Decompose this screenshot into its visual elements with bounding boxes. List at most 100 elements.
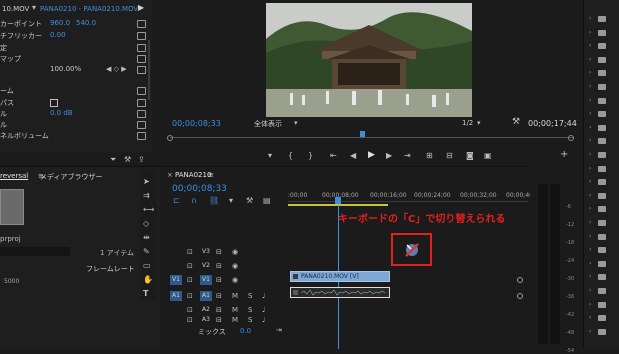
expand-chevron-icon[interactable]: › <box>589 151 591 158</box>
expand-chevron-icon[interactable]: › <box>589 205 591 212</box>
folder-icon[interactable] <box>598 29 606 36</box>
mix-end-icon[interactable]: ⇥ <box>276 326 282 334</box>
folder-icon[interactable] <box>598 220 606 226</box>
effect-row-value[interactable]: 0.00 <box>50 31 66 39</box>
folder-icon[interactable] <box>598 233 606 240</box>
razor-tool-icon[interactable]: ◇ <box>143 220 149 228</box>
step-back-icon[interactable]: ◀ <box>350 152 356 160</box>
folder-icon[interactable] <box>598 70 606 77</box>
step-forward-icon[interactable]: ▶ <box>386 152 392 160</box>
mark-in-icon[interactable]: { <box>288 152 293 160</box>
comparison-icon[interactable]: ▣ <box>484 152 492 160</box>
wrench-icon[interactable]: ⚒ <box>124 155 131 164</box>
microphone-icon[interactable]: ♩ <box>262 306 265 314</box>
folder-icon[interactable] <box>598 247 606 254</box>
mix-value[interactable]: 0.0 <box>240 327 251 335</box>
expand-chevron-icon[interactable]: › <box>589 301 591 308</box>
track-target-button[interactable]: A3 <box>200 315 212 325</box>
pen-tool-icon[interactable]: ✎ <box>143 248 150 256</box>
timeline-ruler[interactable]: :00;00 00;00;08;00 00;00;16;00 00;00;24;00 0… <box>288 185 543 207</box>
expand-chevron-icon[interactable]: › <box>589 328 591 335</box>
source-patch-button[interactable]: V1 <box>170 275 182 285</box>
reset-icon[interactable] <box>137 87 146 95</box>
ripple-edit-tool-icon[interactable]: ⟷ <box>143 206 154 214</box>
panel-filter-icon[interactable]: ⏷ <box>110 155 116 165</box>
wrench-icon[interactable]: ⚒ <box>512 118 520 127</box>
track-target-button[interactable]: V1 <box>200 275 212 285</box>
type-tool-icon[interactable]: T <box>143 290 148 298</box>
sync-lock-icon[interactable]: ⊟ <box>216 292 222 300</box>
folder-icon[interactable] <box>598 301 606 308</box>
chevron-down-icon[interactable]: ▾ <box>32 4 36 12</box>
solo-button[interactable]: S <box>248 292 252 300</box>
expand-chevron-icon[interactable]: › <box>589 15 591 22</box>
lift-icon[interactable]: ⊞ <box>426 152 433 160</box>
expand-chevron-icon[interactable]: › <box>589 97 591 104</box>
play-button[interactable]: ▶ <box>368 151 375 160</box>
sync-lock-icon[interactable]: ⊟ <box>216 306 222 314</box>
folder-icon[interactable] <box>598 288 606 294</box>
folder-icon[interactable] <box>598 43 606 50</box>
expand-chevron-icon[interactable]: › <box>589 260 591 267</box>
reset-icon[interactable] <box>137 110 146 118</box>
expand-chevron-icon[interactable]: › <box>589 137 591 144</box>
expand-chevron-icon[interactable]: › <box>589 83 591 90</box>
go-to-in-icon[interactable]: ⇤ <box>330 152 337 160</box>
solo-button[interactable]: S <box>248 306 252 314</box>
folder-icon[interactable] <box>598 165 606 172</box>
folder-icon[interactable] <box>598 84 606 90</box>
effect-controls-source-tab[interactable]: 10.MOV <box>2 5 29 13</box>
folder-icon[interactable] <box>598 152 606 158</box>
go-to-out-icon[interactable]: ⇥ <box>404 152 411 160</box>
add-marker-icon[interactable]: ▾ <box>268 152 272 160</box>
bypass-checkbox[interactable] <box>50 99 58 107</box>
source-patch-button[interactable]: A1 <box>170 291 182 301</box>
effect-row-value[interactable]: 960.0 <box>50 19 70 27</box>
mute-button[interactable]: M <box>232 316 238 324</box>
linked-selection-icon[interactable]: ⛓ <box>209 197 219 205</box>
eye-icon[interactable]: ◉ <box>232 276 238 284</box>
playhead-marker[interactable] <box>360 131 365 137</box>
mute-button[interactable]: M <box>232 306 238 314</box>
reset-icon[interactable] <box>137 32 146 40</box>
folder-icon[interactable] <box>598 260 606 267</box>
folder-icon[interactable] <box>598 274 606 281</box>
resolution-select[interactable]: 1/2 ▾ <box>462 119 486 128</box>
expand-chevron-icon[interactable]: › <box>589 287 591 294</box>
zoom-select[interactable]: 全体表示 ▾ <box>254 119 304 128</box>
microphone-icon[interactable]: ♩ <box>262 316 265 324</box>
program-timecode-current[interactable]: 00;00;08;33 <box>172 119 221 128</box>
video-clip[interactable]: PANA0210.MOV [V] <box>290 271 390 282</box>
lock-icon[interactable]: ⊡ <box>187 248 193 256</box>
sync-lock-icon[interactable]: ⊟ <box>216 248 222 256</box>
expand-chevron-icon[interactable]: › <box>589 165 591 172</box>
folder-icon[interactable] <box>598 56 606 63</box>
folder-icon[interactable] <box>598 111 606 118</box>
expand-chevron-icon[interactable]: › <box>589 192 591 199</box>
effect-row-value[interactable]: 540.0 <box>76 19 96 27</box>
column-header-framerate[interactable]: フレームレート <box>86 264 135 274</box>
sync-lock-icon[interactable]: ⊟ <box>216 276 222 284</box>
timeline-timecode[interactable]: 00;00;08;33 <box>172 184 227 194</box>
add-button-icon[interactable]: + <box>560 150 568 160</box>
keyframe-nav-icon[interactable]: ◀ ◇ ▶ <box>106 65 127 73</box>
reset-icon[interactable] <box>137 44 146 52</box>
snap-icon[interactable]: ∩ <box>191 197 197 205</box>
scrollbar[interactable] <box>148 40 150 100</box>
lock-icon[interactable]: ⊡ <box>187 306 193 314</box>
track-target-button[interactable]: V2 <box>200 261 212 271</box>
folder-icon[interactable] <box>598 192 606 199</box>
folder-icon[interactable] <box>598 328 606 335</box>
scroll-handle[interactable] <box>517 293 523 299</box>
expand-chevron-icon[interactable]: › <box>589 178 591 185</box>
expand-chevron-icon[interactable]: › <box>589 124 591 131</box>
playhead-marker[interactable] <box>335 197 341 204</box>
monitor-scrub-bar[interactable] <box>167 131 574 141</box>
reset-icon[interactable] <box>137 55 146 63</box>
camera-icon[interactable]: ◙ <box>466 152 474 160</box>
selection-tool-icon[interactable]: ➤ <box>143 178 150 186</box>
menu-icon[interactable]: ≡ <box>208 171 214 179</box>
folder-icon[interactable] <box>598 179 606 186</box>
thumbnail[interactable] <box>0 189 24 225</box>
track-select-tool-icon[interactable]: ⇉ <box>143 192 150 200</box>
